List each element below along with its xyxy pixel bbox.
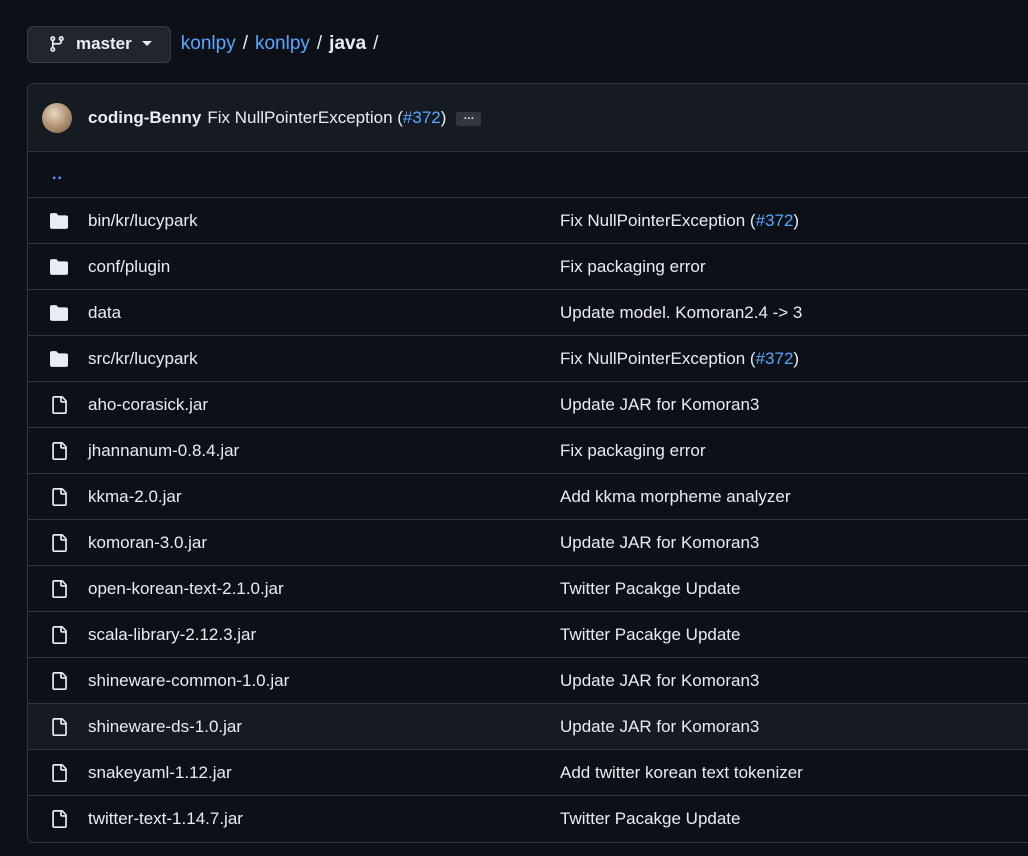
commit-message-link[interactable]: Update JAR for Komoran3 — [560, 717, 759, 737]
commit-message-link[interactable]: Fix NullPointerException (#372) — [560, 349, 799, 369]
commit-message-link[interactable]: Add kkma morpheme analyzer — [560, 487, 791, 507]
breadcrumb-current: java — [329, 33, 367, 54]
commit-message-link[interactable]: Update JAR for Komoran3 — [560, 395, 759, 415]
file-icon — [48, 486, 70, 508]
pr-link[interactable]: #372 — [756, 349, 794, 368]
breadcrumb: konlpy / konlpy / java / — [181, 33, 386, 55]
branch-selector-button[interactable]: master — [27, 25, 171, 63]
file-row[interactable]: src/kr/lucypark Fix NullPointerException … — [28, 336, 1028, 382]
file-name-link[interactable]: shineware-ds-1.0.jar — [88, 717, 242, 737]
branch-name: master — [76, 34, 132, 53]
commit-message-text: Fix packaging error — [560, 440, 706, 460]
file-name-link[interactable]: shineware-common-1.0.jar — [88, 671, 289, 691]
file-list: coding-Benny Fix NullPointerException (#… — [27, 83, 1028, 843]
file-icon — [48, 762, 70, 784]
avatar[interactable] — [42, 102, 72, 133]
file-icon — [48, 808, 70, 830]
commit-message-link[interactable]: Update JAR for Komoran3 — [560, 671, 759, 691]
file-name-link[interactable]: scala-library-2.12.3.jar — [88, 625, 256, 645]
folder-icon — [48, 348, 70, 370]
latest-commit-header: coding-Benny Fix NullPointerException (#… — [28, 84, 1028, 152]
commit-message-suffix: ) — [440, 107, 447, 127]
commit-message-text: Twitter Pacakge Update — [560, 578, 741, 598]
commit-message[interactable]: Fix NullPointerException (#372) — [207, 108, 446, 128]
commit-message-text: Update JAR for Komoran3 — [560, 394, 760, 414]
file-icon — [48, 578, 70, 600]
file-row[interactable]: shineware-common-1.0.jar Update JAR for K… — [28, 658, 1028, 704]
file-name-link[interactable]: aho-corasick.jar — [88, 395, 208, 415]
file-row[interactable]: scala-library-2.12.3.jar Twitter Pacakge … — [28, 612, 1028, 658]
file-row[interactable]: data Update model. Komoran2.4 -> 3 — [28, 290, 1028, 336]
commit-message-text: Fix packaging error — [560, 256, 706, 276]
commit-message-text: Fix NullPointerException ( — [560, 348, 756, 368]
commit-message-text: Add twitter korean text tokenizer — [560, 762, 803, 782]
commit-message-link[interactable]: Add twitter korean text tokenizer — [560, 763, 803, 783]
repo-navbar: master konlpy / konlpy / java / — [27, 24, 385, 64]
file-row[interactable]: komoran-3.0.jar Update JAR for Komoran3 — [28, 520, 1028, 566]
breadcrumb-repo-link[interactable]: konlpy — [181, 33, 236, 55]
file-row[interactable]: kkma-2.0.jar Add kkma morpheme analyzer — [28, 474, 1028, 520]
expand-commit-button[interactable]: … — [456, 110, 482, 126]
file-name-link[interactable]: twitter-text-1.14.7.jar — [88, 809, 243, 829]
pr-link[interactable]: #372 — [756, 211, 794, 230]
file-icon — [48, 532, 70, 554]
commit-message-link[interactable]: Fix packaging error — [560, 257, 706, 277]
folder-icon — [48, 302, 70, 324]
commit-message-text: Add kkma morpheme analyzer — [560, 486, 791, 506]
breadcrumb-separator: / — [316, 33, 323, 54]
file-name-link[interactable]: jhannanum-0.8.4.jar — [88, 441, 239, 461]
folder-icon — [48, 256, 70, 278]
commit-message-link[interactable]: Fix packaging error — [560, 441, 706, 461]
file-icon — [48, 394, 70, 416]
commit-message-text: Update JAR for Komoran3 — [560, 532, 760, 552]
file-row[interactable]: aho-corasick.jar Update JAR for Komoran3 — [28, 382, 1028, 428]
commit-message-link[interactable]: Update JAR for Komoran3 — [560, 533, 759, 553]
commit-message-text: Fix NullPointerException ( — [207, 107, 403, 127]
file-row[interactable]: jhannanum-0.8.4.jar Fix packaging error — [28, 428, 1028, 474]
file-name-link[interactable]: data — [88, 303, 121, 323]
commit-message-link[interactable]: Update model. Komoran2.4 -> 3 — [560, 303, 802, 323]
commit-message-suffix: ) — [793, 348, 800, 368]
file-name-link[interactable]: conf/plugin — [88, 257, 170, 277]
commit-message-text: Update JAR for Komoran3 — [560, 670, 760, 690]
file-name-link[interactable]: open-korean-text-2.1.0.jar — [88, 579, 284, 599]
commit-message-text: Update model. Komoran2.4 -> 3 — [560, 302, 803, 322]
folder-icon — [48, 210, 70, 232]
commit-message-text: Twitter Pacakge Update — [560, 808, 741, 828]
commit-message-link[interactable]: Twitter Pacakge Update — [560, 809, 740, 829]
breadcrumb-folder-link[interactable]: konlpy — [255, 33, 310, 55]
commit-message-link[interactable]: Fix NullPointerException (#372) — [560, 211, 799, 231]
commit-message-link[interactable]: Twitter Pacakge Update — [560, 579, 740, 599]
commit-message-text: Update JAR for Komoran3 — [560, 716, 760, 736]
breadcrumb-separator: / — [373, 33, 379, 54]
file-name-link[interactable]: bin/kr/lucypark — [88, 211, 198, 231]
commit-message-text: Fix NullPointerException ( — [560, 210, 756, 230]
file-name-link[interactable]: komoran-3.0.jar — [88, 533, 207, 553]
commit-message-suffix: ) — [793, 210, 800, 230]
file-icon — [48, 670, 70, 692]
file-row[interactable]: bin/kr/lucypark Fix NullPointerException … — [28, 198, 1028, 244]
file-row[interactable]: twitter-text-1.14.7.jar Twitter Pacakge U… — [28, 796, 1028, 841]
file-rows: bin/kr/lucypark Fix NullPointerException … — [28, 198, 1028, 841]
file-name-link[interactable]: kkma-2.0.jar — [88, 487, 182, 507]
file-row[interactable]: open-korean-text-2.1.0.jar Twitter Pacakg… — [28, 566, 1028, 612]
file-name-link[interactable]: src/kr/lucypark — [88, 349, 198, 369]
file-row[interactable]: snakeyaml-1.12.jar Add twitter korean tex… — [28, 750, 1028, 796]
file-name-link[interactable]: snakeyaml-1.12.jar — [88, 763, 232, 783]
file-row[interactable]: shineware-ds-1.0.jar Update JAR for Komor… — [28, 704, 1028, 750]
commit-message-link[interactable]: Twitter Pacakge Update — [560, 625, 740, 645]
commit-author-link[interactable]: coding-Benny — [88, 108, 201, 128]
file-icon — [48, 716, 70, 738]
parent-directory-link[interactable]: .. — [28, 152, 1028, 198]
commit-message-text: Twitter Pacakge Update — [560, 624, 741, 644]
pr-link[interactable]: #372 — [403, 108, 441, 127]
file-icon — [48, 440, 70, 462]
breadcrumb-separator: / — [242, 33, 248, 54]
file-icon — [48, 624, 70, 646]
git-branch-icon — [48, 35, 66, 53]
caret-down-icon — [141, 41, 152, 47]
file-row[interactable]: conf/plugin Fix packaging error — [28, 244, 1028, 290]
